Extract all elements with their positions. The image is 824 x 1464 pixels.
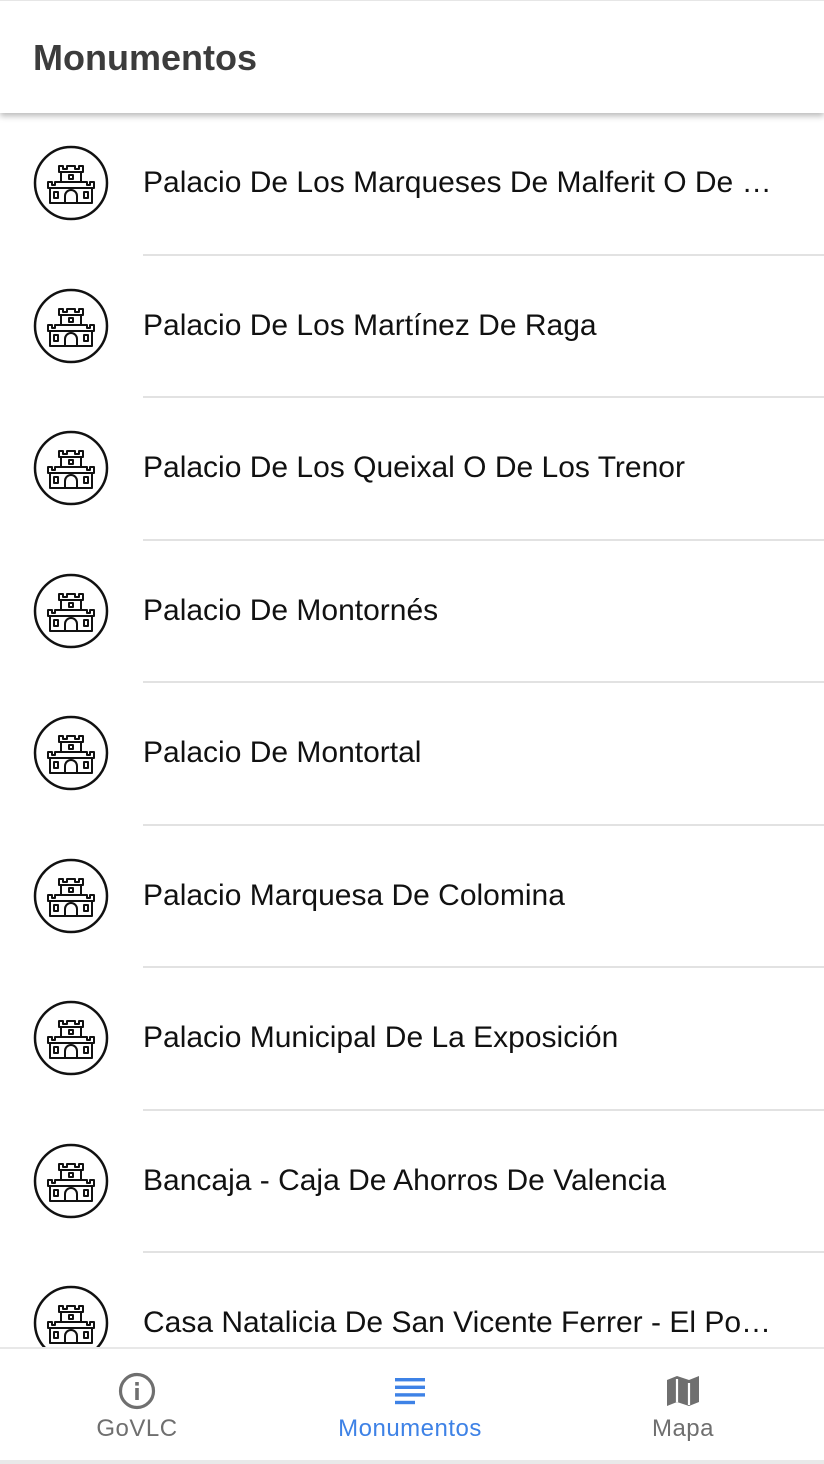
- nav-tab-monumentos[interactable]: Monumentos: [273, 1349, 547, 1464]
- list-item[interactable]: Palacio Municipal De La Exposición: [0, 968, 824, 1111]
- monument-list[interactable]: Palacio De Los Marqueses De Malferit O D…: [0, 113, 824, 1347]
- list-item[interactable]: Palacio Marquesa De Colomina: [0, 826, 824, 968]
- list-item[interactable]: Palacio De Los Queixal O De Los Trenor: [0, 398, 824, 541]
- list-item-label: Palacio De Los Marqueses De Malferit O D…: [143, 166, 772, 199]
- app-bar: Monumentos: [0, 0, 824, 113]
- list-item-label: Palacio De Los Martínez De Raga: [143, 308, 597, 342]
- list-item-label: Palacio Marquesa De Colomina: [143, 878, 565, 912]
- list-icon: [390, 1371, 430, 1411]
- castle-icon: [33, 430, 109, 506]
- list-item-label: Bancaja - Caja De Ahorros De Valencia: [143, 1163, 667, 1197]
- list-item[interactable]: Bancaja - Caja De Ahorros De Valencia: [0, 1111, 824, 1253]
- castle-icon: [33, 715, 109, 791]
- page-title: Monumentos: [33, 37, 257, 78]
- nav-label: GoVLC: [96, 1415, 178, 1442]
- castle-icon: [33, 1000, 109, 1076]
- castle-icon: [33, 1285, 109, 1347]
- list-item[interactable]: Palacio De Los Martínez De Raga: [0, 256, 824, 398]
- bottom-navigation: GoVLC Monumentos Mapa: [0, 1347, 824, 1464]
- list-item[interactable]: Palacio De Los Marqueses De Malferit O D…: [0, 113, 824, 256]
- info-icon: [117, 1371, 157, 1411]
- list-item[interactable]: Casa Natalicia De San Vicente Ferrer - E…: [0, 1253, 824, 1347]
- list-item-label: Palacio De Montornés: [143, 593, 439, 627]
- list-item-label: Palacio De Los Queixal O De Los Trenor: [143, 451, 685, 484]
- castle-icon: [33, 573, 109, 649]
- list-item[interactable]: Palacio De Montortal: [0, 683, 824, 826]
- castle-icon: [33, 1143, 109, 1219]
- nav-label: Monumentos: [338, 1415, 482, 1442]
- map-icon: [663, 1371, 703, 1411]
- nav-tab-govlc[interactable]: GoVLC: [0, 1349, 274, 1464]
- list-item[interactable]: Palacio De Montornés: [0, 541, 824, 683]
- list-item-label: Palacio Municipal De La Exposición: [143, 1021, 619, 1054]
- list-item-label: Casa Natalicia De San Vicente Ferrer - E…: [143, 1306, 772, 1339]
- castle-icon: [33, 145, 109, 221]
- system-bar-edge: [0, 1460, 824, 1464]
- nav-label: Mapa: [651, 1415, 715, 1442]
- castle-icon: [33, 288, 109, 364]
- castle-icon: [33, 858, 109, 934]
- nav-tab-mapa[interactable]: Mapa: [546, 1349, 820, 1464]
- list-item-label: Palacio De Montortal: [143, 736, 422, 769]
